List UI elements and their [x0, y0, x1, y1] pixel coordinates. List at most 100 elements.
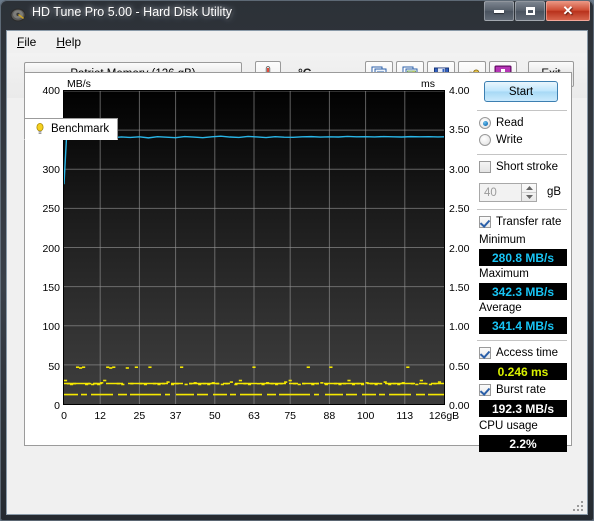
radio-write-indicator	[479, 134, 491, 146]
chart-plot-area	[63, 90, 445, 405]
x-axis: 0 12 25 37 50 63 75 88 100 113 126gB	[61, 408, 459, 424]
divider	[477, 340, 567, 341]
access-time-point	[437, 381, 442, 383]
checkbox-short-stroke-indicator	[479, 161, 491, 173]
x-axis-tick: 100	[356, 410, 375, 422]
access-time-point	[229, 381, 233, 383]
start-button-label: Start	[508, 85, 534, 98]
resize-grip[interactable]	[572, 500, 584, 512]
access-time-point	[78, 367, 83, 369]
title-bar: HD Tune Pro 5.00 - Hard Disk Utility ✕	[0, 0, 594, 30]
access-time-point	[406, 366, 410, 369]
lightbulb-icon	[36, 122, 44, 134]
average-label: Average	[479, 302, 522, 314]
access-time-point	[419, 379, 423, 382]
x-axis-tick: 50	[208, 410, 221, 422]
results-sidebar: Start Read Write Short stroke 40 gB Tran…	[475, 77, 569, 452]
menu-help[interactable]: Help	[46, 32, 91, 52]
menu-file-label: ile	[24, 35, 37, 49]
cpu-usage-label: CPU usage	[479, 420, 538, 432]
maximize-button[interactable]	[515, 1, 545, 21]
checkbox-burst-rate[interactable]: Burst rate	[479, 384, 546, 396]
menu-bar: File Help	[7, 31, 587, 53]
spinner-down-icon[interactable]	[522, 193, 536, 201]
menu-help-label: elp	[65, 35, 82, 49]
maximum-value: 342.3 MB/s	[491, 284, 555, 299]
x-axis-tick: 126gB	[428, 410, 460, 422]
tab-benchmark[interactable]: Benchmark	[24, 118, 119, 140]
minimum-label: Minimum	[479, 234, 526, 246]
y-axis-left-title: MB/s	[67, 78, 91, 90]
checkbox-access-time-indicator	[479, 347, 491, 359]
minimum-value: 280.8 MB/s	[491, 250, 555, 265]
application-window: HD Tune Pro 5.00 - Hard Disk Utility ✕ F…	[0, 0, 594, 521]
access-time-point	[306, 366, 310, 369]
checkbox-short-stroke[interactable]: Short stroke	[479, 161, 558, 173]
chart-svg	[64, 91, 444, 404]
divider	[477, 209, 567, 210]
access-time-point	[64, 379, 68, 382]
access-time-value: 0.246 ms	[497, 364, 549, 379]
y-axis-left-tick: 150	[42, 281, 60, 294]
radio-read-indicator	[479, 117, 491, 129]
start-button[interactable]: Start	[484, 81, 558, 102]
x-axis-tick: 0	[61, 410, 67, 422]
y-axis-left-tick: 200	[42, 242, 60, 255]
short-stroke-spinner[interactable]	[521, 184, 536, 201]
tab-label: Benchmark	[51, 123, 110, 135]
radio-write[interactable]: Write	[479, 134, 523, 146]
maximum-label: Maximum	[479, 268, 529, 280]
checkbox-burst-rate-label: Burst rate	[496, 384, 546, 396]
maximum-value-box: 342.3 MB/s	[479, 283, 567, 300]
average-value-box: 341.4 MB/s	[479, 317, 567, 334]
checkbox-transfer-rate[interactable]: Transfer rate	[479, 216, 561, 228]
short-stroke-size-input[interactable]: 40	[479, 183, 537, 202]
access-time-point	[134, 366, 138, 369]
y-axis-right-title: ms	[421, 78, 435, 90]
access-time-point	[82, 366, 86, 369]
access-time-point	[125, 367, 129, 369]
access-time-point	[180, 366, 184, 369]
y-axis-left-tick: 400	[42, 85, 60, 97]
access-time-point	[320, 382, 324, 384]
radio-write-label: Write	[496, 134, 523, 146]
access-time-point	[75, 366, 80, 369]
menu-file[interactable]: File	[7, 32, 46, 52]
cpu-usage-value: 2.2%	[509, 436, 537, 451]
divider	[477, 154, 567, 155]
access-time-point	[184, 383, 188, 386]
y-axis-left-tick: 0	[54, 400, 60, 412]
access-time-point	[166, 381, 170, 383]
minimum-value-box: 280.8 MB/s	[479, 249, 567, 266]
access-time-point	[252, 366, 256, 369]
average-value: 341.4 MB/s	[491, 318, 555, 333]
checkbox-transfer-rate-indicator	[479, 216, 491, 228]
close-icon: ✕	[562, 3, 574, 18]
y-axis-left-tick: 300	[42, 163, 60, 176]
checkbox-access-time[interactable]: Access time	[479, 347, 558, 359]
x-axis-tick: 37	[169, 410, 182, 422]
client-area: File Help Patriot Memory (126 gB) – °C	[6, 30, 588, 515]
access-time-point	[103, 379, 107, 382]
minimize-icon	[494, 9, 504, 13]
y-axis-left-tick: 50	[48, 360, 60, 373]
x-axis-tick: 75	[284, 410, 297, 422]
access-time-value-box: 0.246 ms	[479, 363, 567, 380]
access-time-point	[109, 367, 113, 369]
spinner-up-icon[interactable]	[522, 184, 536, 193]
maximize-icon	[525, 7, 535, 15]
minimize-button[interactable]	[484, 1, 514, 21]
access-time-point	[329, 366, 333, 369]
burst-rate-value: 192.3 MB/s	[491, 401, 555, 416]
radio-read[interactable]: Read	[479, 117, 524, 129]
access-time-point	[148, 366, 152, 369]
window-title: HD Tune Pro 5.00 - Hard Disk Utility	[32, 5, 233, 19]
access-time-point	[288, 379, 292, 382]
checkbox-burst-rate-indicator	[479, 384, 491, 396]
checkbox-short-stroke-label: Short stroke	[496, 161, 558, 173]
access-time-point	[379, 382, 383, 385]
access-time-point	[347, 379, 351, 382]
close-button[interactable]: ✕	[546, 1, 590, 21]
divider	[477, 110, 567, 111]
access-time-point	[112, 366, 116, 369]
